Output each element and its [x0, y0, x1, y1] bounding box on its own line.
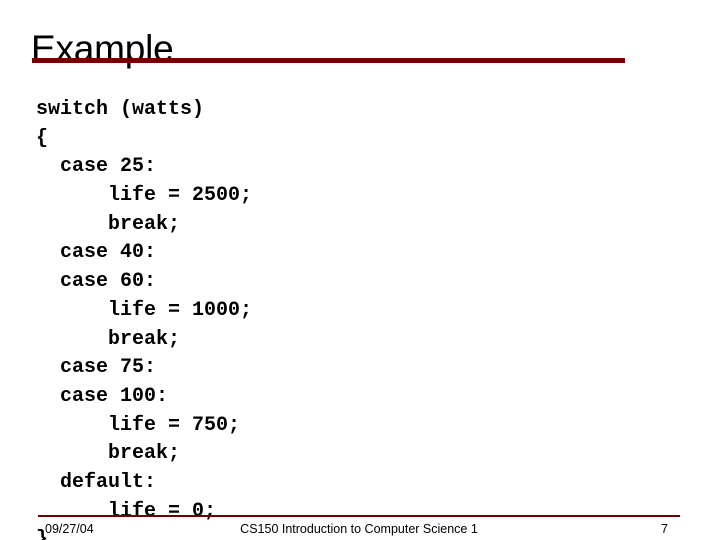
code-line: life = 1000;: [36, 298, 253, 322]
title-underline-rule: [32, 58, 625, 63]
code-line: case 60:: [36, 270, 157, 294]
code-line: break;: [36, 327, 181, 351]
code-line: case 25:: [36, 155, 157, 179]
footer-page-number: 7: [661, 522, 668, 536]
code-line: break;: [36, 212, 181, 236]
code-block: switch (watts) { case 25: life = 2500; br…: [36, 96, 696, 540]
code-line: default:: [36, 470, 157, 494]
code-line: case 40:: [36, 241, 157, 265]
page-title: Example: [31, 27, 174, 69]
code-line: case 75:: [36, 356, 157, 380]
slide: Example switch (watts) { case 25: life = …: [0, 0, 720, 540]
code-line: life = 2500;: [36, 184, 253, 208]
code-line: case 100:: [36, 384, 169, 408]
code-line: life = 750;: [36, 413, 241, 437]
code-line: break;: [36, 442, 181, 466]
footer-divider-rule: [38, 515, 680, 517]
code-line: {: [36, 126, 49, 150]
code-line: switch (watts): [36, 98, 205, 121]
